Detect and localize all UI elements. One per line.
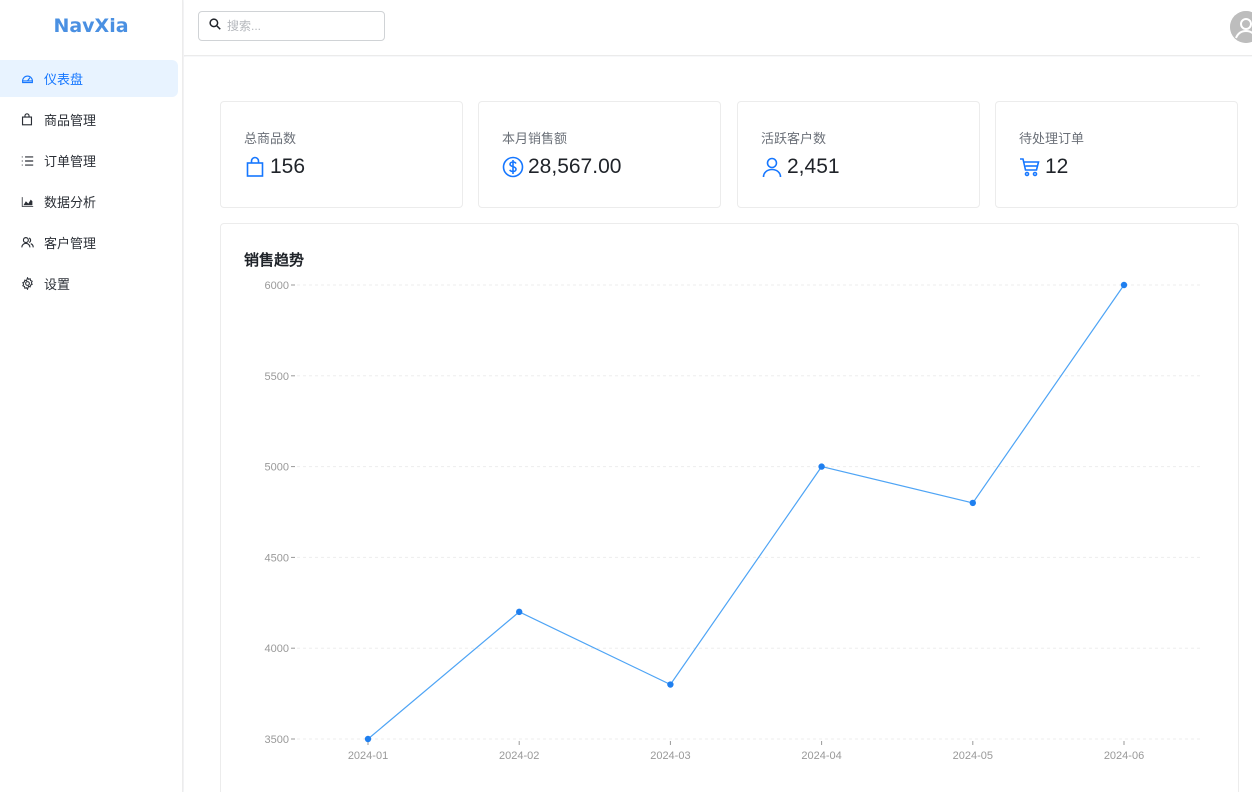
search-input[interactable]	[227, 19, 377, 33]
data-point	[516, 608, 523, 616]
user-avatar[interactable]	[1230, 11, 1252, 43]
stat-value: 156	[270, 155, 306, 178]
sidebar-item-label: 商品管理	[44, 113, 97, 128]
sidebar-item-dashboard[interactable]: 仪表盘	[0, 60, 178, 97]
stat-title: 活跃客户数	[761, 131, 827, 146]
y-tick-label: 5000	[265, 462, 289, 474]
y-tick-label: 6000	[265, 280, 289, 292]
x-tick-label: 2024-01	[348, 750, 388, 762]
gear-icon	[20, 277, 34, 291]
sidebar-item-orders[interactable]: 订单管理	[0, 142, 178, 179]
search-icon	[209, 17, 221, 35]
stat-card-customers: 活跃客户数 2,451	[737, 101, 980, 208]
cart-icon	[1019, 156, 1041, 178]
sales-trend-chart: 3500 4000 4500 5000 5500 6000 2024-01 2024-02 20…	[265, 280, 1201, 762]
stat-title: 总商品数	[244, 131, 297, 146]
stat-card-pending-orders: 待处理订单 12	[995, 101, 1238, 208]
stat-value: 12	[1045, 155, 1069, 178]
sidebar-item-label: 设置	[44, 277, 71, 292]
shopping-bag-icon	[244, 156, 266, 178]
stat-value: 28,567.00	[528, 155, 622, 178]
app-logo[interactable]: NavXia	[0, 0, 182, 52]
sidebar-item-label: 客户管理	[44, 236, 97, 251]
stat-card-sales: 本月销售额 28,567.00	[478, 101, 721, 208]
top-header	[184, 0, 1252, 56]
data-point	[1120, 281, 1128, 289]
x-tick-label: 2024-04	[801, 750, 841, 762]
series-line	[367, 284, 1125, 740]
sales-trend-card: 销售趋势 3500 4000 4500 5000 5500 6000 2024-01 2024…	[220, 223, 1239, 792]
sidebar-item-products[interactable]: 商品管理	[0, 101, 178, 138]
data-point	[364, 735, 372, 743]
sidebar-item-settings[interactable]: 设置	[0, 265, 178, 302]
data-point	[969, 499, 976, 507]
y-tick-label: 3500	[265, 734, 289, 746]
x-tick-label: 2024-03	[650, 750, 690, 762]
stat-title: 待处理订单	[1019, 131, 1085, 146]
y-tick-label: 5500	[265, 371, 289, 383]
stat-value: 2,451	[787, 155, 840, 178]
shopping-bag-icon	[20, 113, 34, 127]
y-tick-label: 4000	[265, 643, 289, 655]
sidebar-item-label: 仪表盘	[44, 72, 84, 87]
stat-card-products: 总商品数 156	[220, 101, 463, 208]
x-tick-label: 2024-05	[953, 750, 993, 762]
area-chart-icon	[20, 195, 34, 209]
user-icon	[761, 156, 783, 178]
users-icon	[20, 236, 34, 250]
x-tick-label: 2024-06	[1104, 750, 1144, 762]
sidebar: NavXia 仪表盘 商品管理 订单管理 数据分析 客户管理 设置	[0, 0, 183, 792]
x-tick-label: 2024-02	[499, 750, 539, 762]
list-icon	[20, 154, 34, 168]
sidebar-menu: 仪表盘 商品管理 订单管理 数据分析 客户管理 设置	[0, 52, 182, 302]
data-point	[667, 681, 674, 688]
sidebar-item-analytics[interactable]: 数据分析	[0, 183, 178, 220]
sidebar-item-label: 数据分析	[44, 195, 97, 210]
data-point	[818, 463, 825, 470]
sidebar-item-customers[interactable]: 客户管理	[0, 224, 178, 261]
y-tick-label: 4500	[265, 552, 289, 564]
dollar-circle-icon	[502, 156, 524, 178]
stat-title: 本月销售额	[502, 131, 568, 146]
dashboard-icon	[20, 72, 34, 86]
search-box[interactable]	[198, 11, 385, 41]
main-content: 总商品数 156 本月销售额 28,567.00 活跃客户数 2,451 待处理…	[184, 57, 1252, 792]
sidebar-item-label: 订单管理	[44, 154, 97, 169]
